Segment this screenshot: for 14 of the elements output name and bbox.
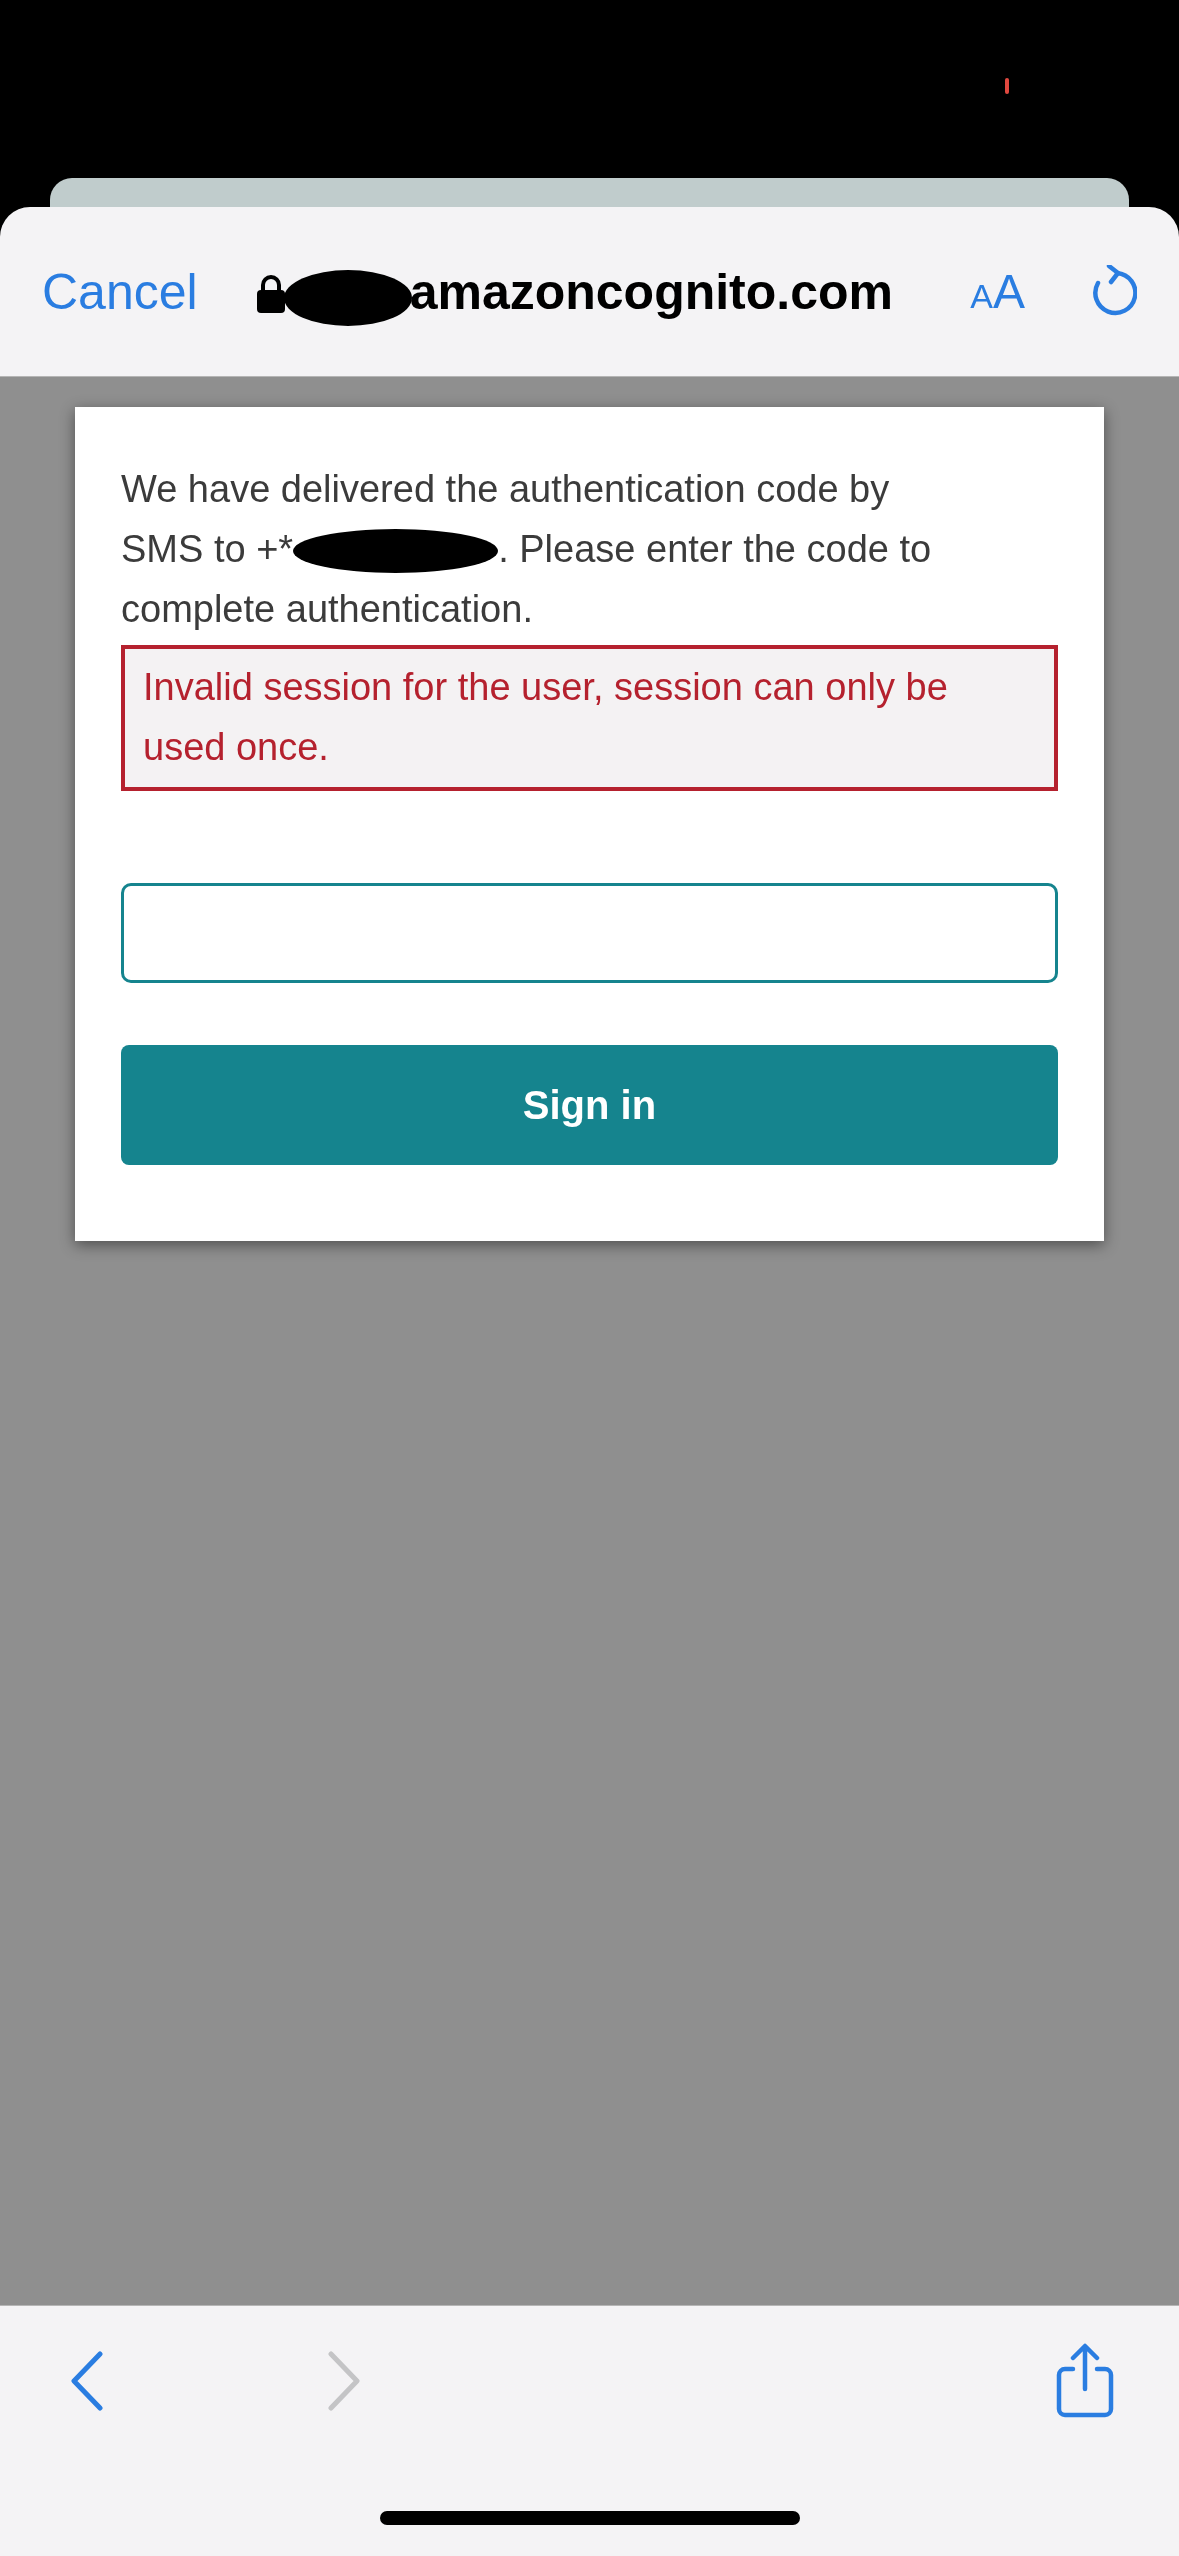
- message-text: . Please enter the code to: [498, 527, 932, 572]
- back-icon[interactable]: [70, 2351, 104, 2411]
- code-field[interactable]: [121, 883, 1058, 983]
- text-size-button[interactable]: AA: [970, 267, 1025, 316]
- share-icon[interactable]: [1055, 2343, 1115, 2419]
- recording-indicator-icon: [1005, 78, 1009, 94]
- sign-in-button[interactable]: Sign in: [121, 1045, 1058, 1165]
- lock-icon: [255, 273, 286, 314]
- error-message: Invalid session for the user, session can only be used once.: [121, 645, 1058, 791]
- message-text: SMS to +*: [121, 527, 294, 572]
- url-text[interactable]: amazoncognito.com: [409, 266, 893, 317]
- message-text: complete authentication.: [121, 587, 533, 632]
- cancel-button[interactable]: Cancel: [42, 266, 198, 317]
- message-text: We have delivered the authentication code by: [121, 467, 890, 512]
